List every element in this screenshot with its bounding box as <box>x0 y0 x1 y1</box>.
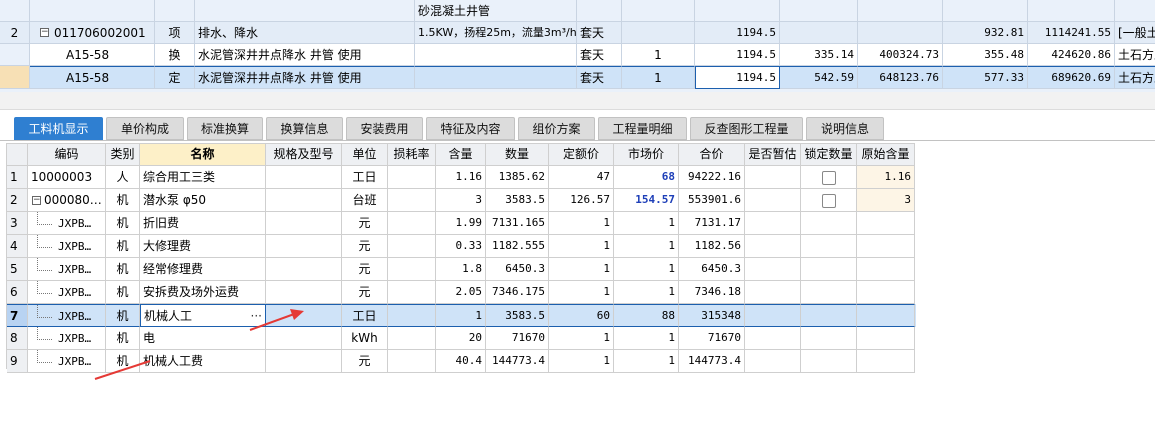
arrow-line-main <box>249 312 298 331</box>
arrow-head <box>290 309 304 320</box>
arrow-line-lower <box>94 360 151 380</box>
annotation-arrows <box>94 309 304 380</box>
